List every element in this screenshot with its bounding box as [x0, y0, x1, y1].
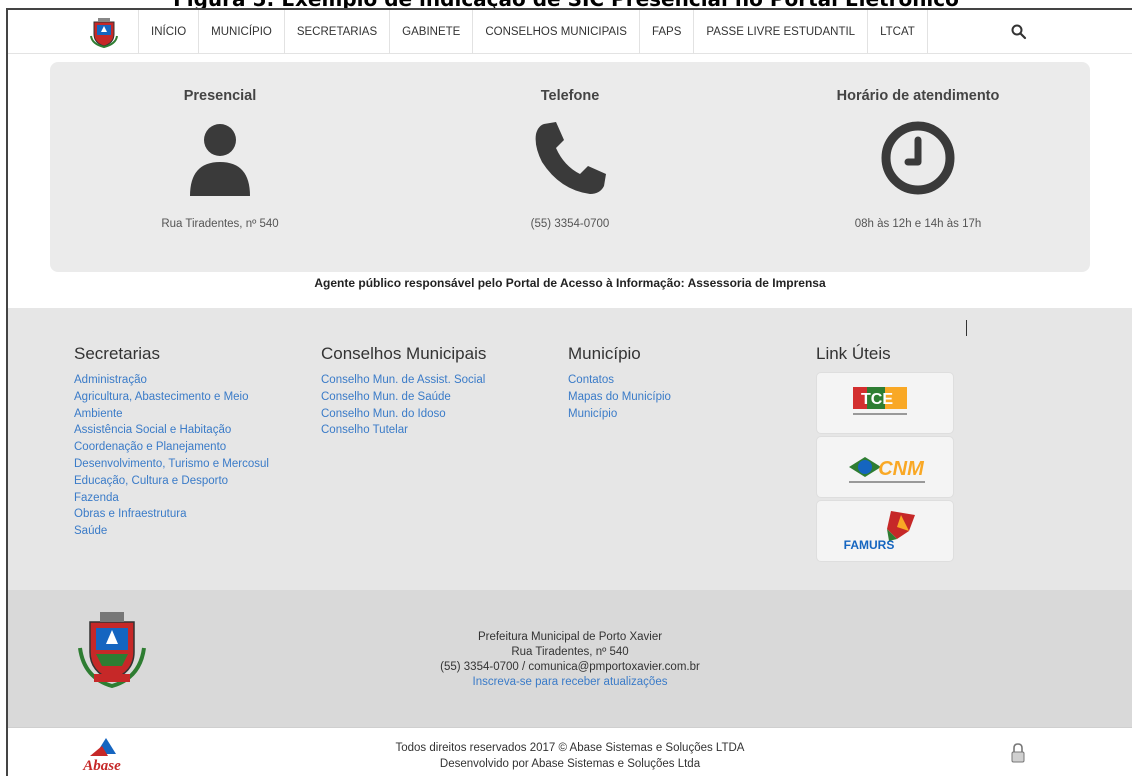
link-fazenda[interactable]: Fazenda: [74, 490, 314, 507]
horario-text: 08h às 12h e 14h às 17h: [854, 218, 982, 230]
lock-icon: [1011, 743, 1025, 763]
nav-item-gabinete[interactable]: GABINETE: [390, 10, 474, 54]
municipio-heading: Município: [568, 344, 641, 363]
presencial-title: Presencial: [183, 88, 257, 104]
cnm-logo-text: CNM: [878, 458, 925, 480]
telefone-column: Telefone (55) 3354-0700: [420, 62, 720, 230]
horario-title: Horário de atendimento: [836, 88, 1000, 104]
secretarias-column: Secretarias Administração Agricultura, A…: [74, 344, 314, 540]
rights-text: Todos direitos reservados 2017 © Abase S…: [395, 742, 745, 754]
link-obras[interactable]: Obras e Infraestrutura: [74, 506, 314, 523]
top-navigation: INÍCIO MUNICÍPIO SECRETARIAS GABINETE CO…: [8, 10, 1132, 54]
link-assistencia-social[interactable]: Assistência Social e Habitação: [74, 422, 314, 439]
developed-by-text: Desenvolvido por Abase Sistemas e Soluçõ…: [439, 758, 701, 770]
link-conselho-saude[interactable]: Conselho Mun. de Saúde: [321, 389, 561, 406]
telefone-number: (55) 3354-0700: [530, 218, 610, 230]
nav-menu: INÍCIO MUNICÍPIO SECRETARIAS GABINETE CO…: [138, 10, 928, 54]
secretarias-heading: Secretarias: [74, 344, 160, 363]
responsible-agent-text: Agente público responsável pelo Portal d…: [314, 276, 826, 290]
link-agricultura-cont[interactable]: Ambiente: [74, 406, 314, 423]
conselhos-heading: Conselhos Municipais: [321, 344, 487, 363]
links-uteis-heading: Link Úteis: [816, 344, 891, 363]
tce-logo-text: TCE: [861, 391, 893, 408]
address-footer: Prefeitura Municipal de Porto Xavier Rua…: [8, 590, 1132, 728]
address-block: Prefeitura Municipal de Porto Xavier Rua…: [8, 630, 1132, 690]
tce-logo-card[interactable]: TCE: [816, 372, 954, 434]
search-icon[interactable]: [1010, 23, 1028, 41]
browser-viewport: INÍCIO MUNICÍPIO SECRETARIAS GABINETE CO…: [6, 8, 1132, 776]
phone-icon: [535, 122, 606, 194]
municipal-crest-logo[interactable]: [88, 16, 120, 48]
municipio-column: Município Contatos Mapas do Município Mu…: [568, 344, 808, 422]
link-desenvolvimento[interactable]: Desenvolvimento, Turismo e Mercosul: [74, 456, 314, 473]
horario-column: Horário de atendimento 08h às 12h e 14h …: [768, 62, 1068, 230]
link-conselho-idoso[interactable]: Conselho Mun. do Idoso: [321, 406, 561, 423]
nav-item-faps[interactable]: FAPS: [640, 10, 695, 54]
link-administracao[interactable]: Administração: [74, 372, 314, 389]
presencial-column: Presencial Rua Tiradentes, nº 540: [70, 62, 370, 230]
telefone-title: Telefone: [540, 88, 600, 104]
link-conselho-assist-social[interactable]: Conselho Mun. de Assist. Social: [321, 372, 561, 389]
link-municipio[interactable]: Município: [568, 406, 808, 423]
copyright-bar: Abase Todos direitos reservados 2017 © A…: [8, 728, 1132, 776]
link-agricultura[interactable]: Agricultura, Abastecimento e Meio: [74, 389, 314, 406]
link-contatos[interactable]: Contatos: [568, 372, 808, 389]
link-conselho-tutelar[interactable]: Conselho Tutelar: [321, 422, 561, 439]
tce-logo: TCE: [853, 387, 907, 415]
text-cursor: [966, 320, 967, 336]
subscribe-link[interactable]: Inscreva-se para receber atualizações: [8, 675, 1132, 690]
nav-item-secretarias[interactable]: SECRETARIAS: [285, 10, 391, 54]
nav-item-ltcat[interactable]: LTCAT: [868, 10, 928, 54]
links-footer: Secretarias Administração Agricultura, A…: [8, 308, 1132, 590]
cnm-logo: CNM: [849, 457, 925, 483]
link-coordenacao[interactable]: Coordenação e Planejamento: [74, 439, 314, 456]
sic-info-card: Presencial Rua Tiradentes, nº 540 Telefo…: [50, 62, 1090, 272]
prefeitura-name: Prefeitura Municipal de Porto Xavier: [477, 631, 663, 643]
person-icon: [190, 124, 250, 196]
link-mapas[interactable]: Mapas do Município: [568, 389, 808, 406]
link-saude[interactable]: Saúde: [74, 523, 314, 540]
prefeitura-street: Rua Tiradentes, nº 540: [511, 646, 629, 658]
prefeitura-contact: (55) 3354-0700 / comunica@pmportoxavier.…: [440, 661, 700, 673]
links-uteis-column: Link Úteis: [816, 344, 1056, 372]
copyright-block: Todos direitos reservados 2017 © Abase S…: [8, 740, 1132, 772]
cnm-logo-card[interactable]: CNM: [816, 436, 954, 498]
famurs-logo-card[interactable]: FAMURS: [816, 500, 954, 562]
clock-icon: [881, 121, 955, 195]
nav-item-municipio[interactable]: MUNICÍPIO: [199, 10, 285, 54]
link-educacao[interactable]: Educação, Cultura e Desporto: [74, 473, 314, 490]
conselhos-column: Conselhos Municipais Conselho Mun. de As…: [321, 344, 561, 439]
famurs-logo: FAMURS: [844, 511, 915, 552]
famurs-logo-text: FAMURS: [844, 538, 895, 552]
nav-item-conselhos[interactable]: CONSELHOS MUNICIPAIS: [473, 10, 640, 54]
presencial-address: Rua Tiradentes, nº 540: [161, 218, 279, 230]
nav-item-inicio[interactable]: INÍCIO: [138, 10, 200, 54]
nav-item-passe-livre[interactable]: PASSE LIVRE ESTUDANTIL: [694, 10, 869, 54]
